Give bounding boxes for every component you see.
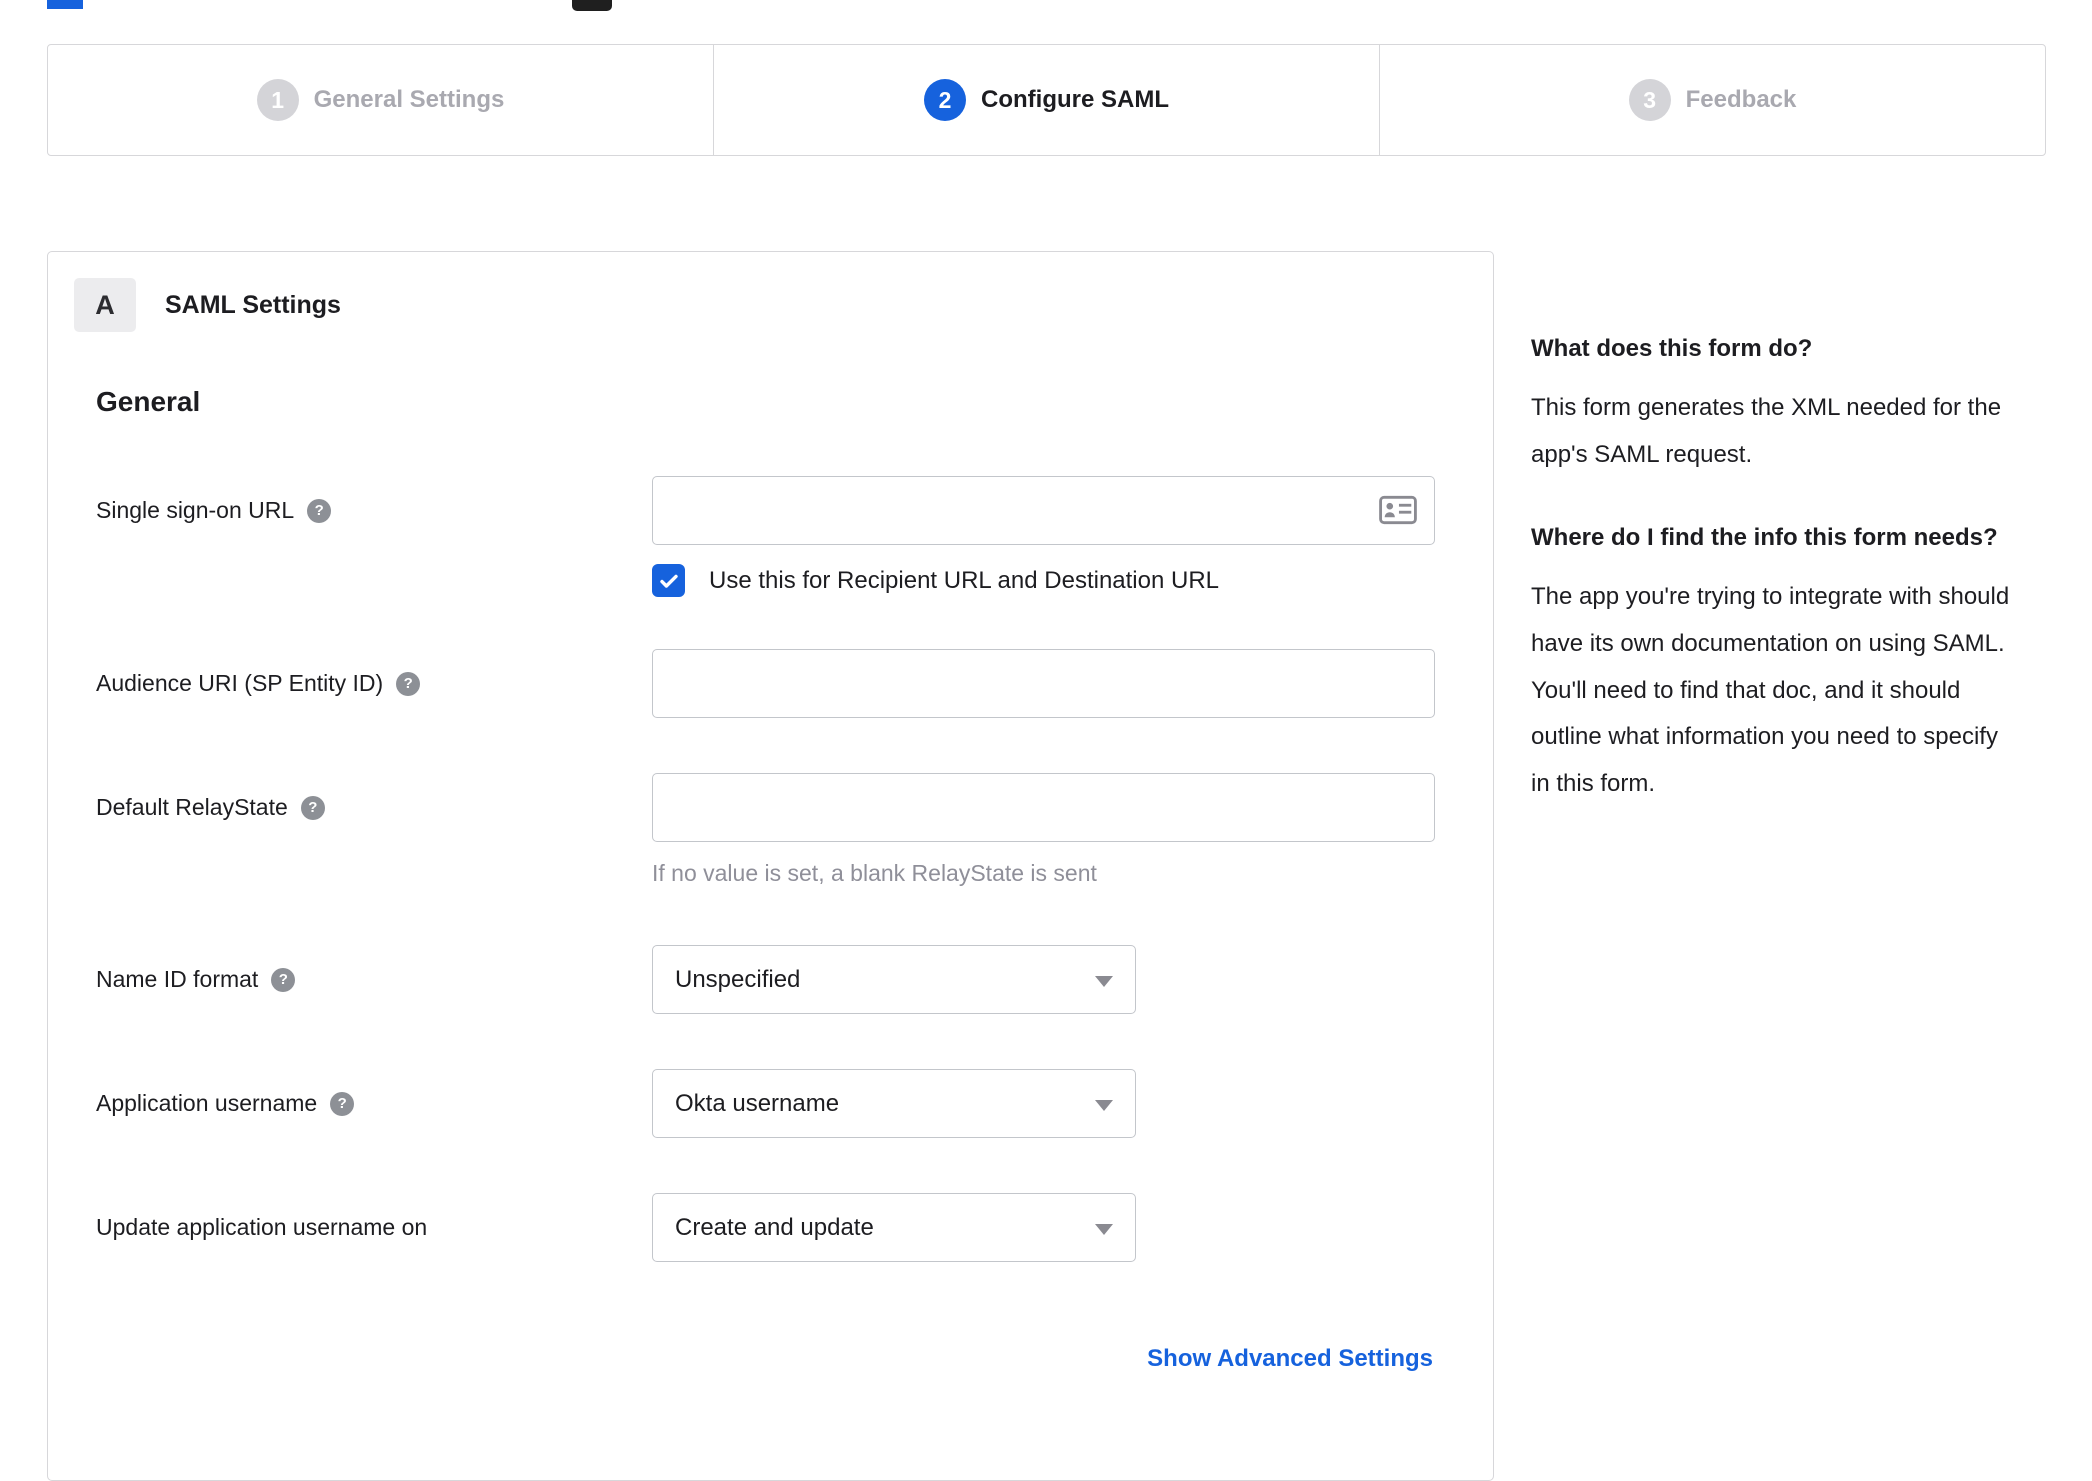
audience-uri-label-row: Audience URI (SP Entity ID) ? <box>96 670 421 697</box>
cut-off-logo-fragment <box>47 0 83 9</box>
contact-card-icon[interactable] <box>1379 495 1417 525</box>
update-username-label: Update application username on <box>96 1214 428 1240</box>
update-username-select[interactable]: Create and update <box>652 1193 1136 1262</box>
help-icon[interactable]: ? <box>396 671 421 696</box>
name-id-format-select[interactable]: Unspecified <box>652 945 1136 1014</box>
sso-url-input-wrap <box>652 476 1435 545</box>
panel-title: SAML Settings <box>165 291 341 319</box>
relaystate-input[interactable] <box>652 773 1435 842</box>
application-username-label: Application username <box>96 1090 318 1116</box>
chevron-down-icon <box>1095 976 1113 987</box>
sso-url-label: Single sign-on URL <box>96 497 295 523</box>
step-number-badge: 3 <box>1628 79 1671 121</box>
help-icon[interactable]: ? <box>307 498 332 523</box>
application-username-select[interactable]: Okta username <box>652 1069 1136 1138</box>
sso-url-label-row: Single sign-on URL ? <box>96 497 332 524</box>
audience-uri-input[interactable] <box>652 649 1435 718</box>
recipient-url-checkbox-row: Use this for Recipient URL and Destinati… <box>652 564 1219 597</box>
name-id-format-label: Name ID format <box>96 966 259 992</box>
help-sidebar: What does this form do? This form genera… <box>1531 330 2021 848</box>
sidebar-paragraph-where: The app you're trying to integrate with … <box>1531 582 2010 798</box>
update-username-label-row: Update application username on <box>96 1214 427 1241</box>
sidebar-heading-what: What does this form do? <box>1531 335 1813 362</box>
chevron-down-icon <box>1095 1100 1113 1111</box>
chevron-down-icon <box>1095 1224 1113 1235</box>
relaystate-hint: If no value is set, a blank RelayState i… <box>652 860 1097 886</box>
step-label: General Settings <box>313 86 505 113</box>
relaystate-label-row: Default RelayState ? <box>96 794 325 821</box>
checkmark-icon <box>659 574 678 588</box>
application-username-label-row: Application username ? <box>96 1090 355 1117</box>
recipient-url-checkbox-label: Use this for Recipient URL and Destinati… <box>709 566 1220 594</box>
help-icon[interactable]: ? <box>271 967 296 992</box>
sidebar-heading-where: Where do I find the info this form needs… <box>1531 523 1998 551</box>
general-section-heading: General <box>96 386 201 417</box>
select-value: Okta username <box>675 1089 840 1117</box>
cut-off-icon-fragment <box>572 0 612 11</box>
step-label: Feedback <box>1685 86 1797 113</box>
saml-settings-panel: A SAML Settings General Single sign-on U… <box>47 251 1494 1481</box>
step-general-settings[interactable]: 1 General Settings <box>48 45 713 155</box>
step-number-badge: 2 <box>924 79 966 121</box>
help-icon[interactable]: ? <box>330 1091 355 1116</box>
step-feedback[interactable]: 3 Feedback <box>1379 45 2045 155</box>
help-icon[interactable]: ? <box>300 795 325 820</box>
step-label: Configure SAML <box>981 86 1169 113</box>
audience-uri-label: Audience URI (SP Entity ID) <box>96 670 384 696</box>
name-id-format-label-row: Name ID format ? <box>96 966 296 993</box>
select-value: Unspecified <box>675 965 801 993</box>
recipient-url-checkbox[interactable] <box>652 564 685 597</box>
relaystate-label: Default RelayState <box>96 794 288 820</box>
step-configure-saml[interactable]: 2 Configure SAML <box>713 45 1379 155</box>
step-number-badge: 1 <box>256 79 299 121</box>
select-value: Create and update <box>675 1213 874 1241</box>
sidebar-paragraph-what: This form generates the XML needed for t… <box>1531 394 2002 468</box>
show-advanced-settings-link[interactable]: Show Advanced Settings <box>1147 1345 1433 1373</box>
sso-url-input[interactable] <box>652 476 1435 545</box>
section-a-badge: A <box>74 278 136 332</box>
wizard-stepper: 1 General Settings 2 Configure SAML 3 Fe… <box>47 44 2046 156</box>
